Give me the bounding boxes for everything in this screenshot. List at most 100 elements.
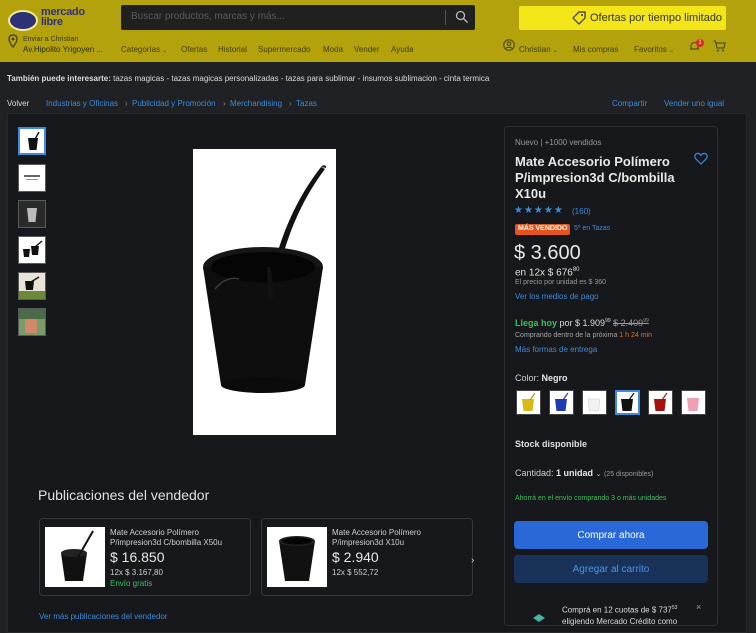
seller-item-title-line2: P/impresion3d X10u (332, 538, 405, 547)
arrives-old-price: $ 2.40999 (613, 318, 649, 328)
ship-address[interactable]: Av.Hipolito Yrigoyen ... (23, 45, 103, 54)
breadcrumb-item-merchandising[interactable]: Merchandising (230, 99, 282, 108)
product-title-line3: X10u (515, 186, 547, 201)
logo-text[interactable]: mercado libre (41, 7, 101, 28)
seller-item-title-line1: Mate Accesorio Polímero (332, 528, 421, 537)
sell-one-link[interactable]: Vender uno igual (664, 99, 724, 108)
seller-item-card[interactable]: Mate Accesorio Polímero P/impresion3d X1… (261, 518, 473, 596)
cups-group-thumb-icon (23, 240, 43, 257)
buy-now-button[interactable]: Comprar ahora (514, 521, 708, 549)
seller-item-image (267, 527, 327, 587)
header: mercado libre Buscar productos, marcas y… (0, 0, 756, 62)
heart-icon[interactable] (694, 152, 708, 165)
quantity-value: 1 unidad (556, 468, 594, 478)
breadcrumb-separator-icon: › (289, 99, 292, 108)
add-to-cart-button[interactable]: Agregar al carrito (514, 555, 708, 583)
buy-within-text: Comprando dentro de la próxima (515, 332, 618, 339)
seller-item-card[interactable]: Mate Accesorio Polímero P/impresion3d C/… (39, 518, 251, 596)
seller-item-free-shipping: Envío gratis (110, 579, 153, 588)
pink-cup-icon (687, 398, 699, 411)
nav-categories[interactable]: Categorías ⌄ (121, 45, 167, 54)
black-cup-icon (621, 392, 635, 411)
installments: en 12x $ 67680 (515, 267, 580, 278)
nav-history[interactable]: Historial (218, 45, 247, 54)
black-cup-with-straw-image (61, 530, 94, 581)
user-menu[interactable]: Christian ⌄ (519, 45, 558, 54)
credit-cents: 53 (671, 605, 678, 611)
seller-publications-title: Publicaciones del vendedor (38, 487, 210, 503)
add-to-cart-label: Agregar al carrito (572, 564, 650, 575)
seller-item-title-line2: P/impresion3d C/bombilla X50u (110, 538, 223, 547)
ship-to-label[interactable]: Enviar a Christian (23, 36, 78, 43)
thumbnail-3[interactable] (18, 200, 46, 228)
quantity-selector[interactable]: Cantidad: 1 unidad ⌄ (25 disponibles) (515, 468, 653, 478)
more-seller-items-link[interactable]: Ver más publicaciones del vendedor (39, 612, 168, 621)
nav-favorites[interactable]: Favoritos ⌄ (634, 45, 674, 54)
color-value: Negro (541, 373, 568, 383)
carousel-next-icon[interactable]: › (471, 555, 474, 566)
thumbnail-1[interactable] (18, 127, 46, 155)
breadcrumb-separator-icon: › (125, 99, 128, 108)
thumbnail-5[interactable] (18, 272, 46, 300)
search-placeholder: Buscar productos, marcas y más... (131, 11, 285, 22)
more-shipping-link[interactable]: Más formas de entrega (515, 345, 597, 354)
rating-stars-icon: ★★★★★ (514, 205, 564, 216)
reviews-count[interactable]: (160) (572, 207, 591, 216)
color-swatch-yellow[interactable] (516, 390, 541, 415)
thumbnail-2[interactable] (18, 164, 46, 192)
suggestions-label: También puede interesarte: (7, 74, 111, 83)
white-cup-icon (587, 398, 601, 412)
arrives-price: por $ 1.909 (559, 318, 606, 328)
color-swatch-white[interactable] (582, 390, 607, 415)
black-cup-image (279, 536, 315, 581)
breadcrumb-item-industrias[interactable]: Industrias y Oficinas (46, 99, 118, 108)
back-link[interactable]: Volver (7, 99, 29, 108)
logo-line2: libre (41, 16, 63, 28)
promo-label: Ofertas por tiempo limitado (590, 12, 723, 24)
color-label: Color: (515, 373, 540, 383)
thumbnail-6[interactable] (18, 308, 46, 336)
suggestions-row: También puede interesarte: tazas magicas… (7, 74, 489, 83)
black-cup-with-straw-image (203, 165, 327, 393)
promo-banner[interactable]: Ofertas por tiempo limitado (519, 6, 726, 30)
cart-icon[interactable] (713, 40, 726, 52)
color-swatch-red[interactable] (648, 390, 673, 415)
best-seller-badge: MÁS VENDIDO (515, 224, 571, 235)
color-swatch-blue[interactable] (549, 390, 574, 415)
text-thumb-icon (24, 175, 40, 180)
nav-supermarket[interactable]: Supermercado (258, 45, 310, 54)
chevron-down-icon: ⌄ (162, 48, 168, 54)
product-title-line2: P/impresion3d C/bombilla (515, 170, 675, 185)
breadcrumb-item-tazas[interactable]: Tazas (296, 99, 317, 108)
thumbnail-4[interactable] (18, 236, 46, 264)
favorites-label: Favoritos (634, 45, 667, 54)
arrives-cents: 99 (605, 318, 611, 324)
installments-cents: 80 (572, 267, 580, 273)
nav-offers[interactable]: Ofertas (181, 45, 207, 54)
nav-sell[interactable]: Vender (354, 45, 379, 54)
suggestions-links[interactable]: tazas magicas - tazas magicas personaliz… (113, 74, 489, 83)
nav-fashion[interactable]: Moda (323, 45, 343, 54)
best-seller-rank[interactable]: 5º en Tazas (574, 225, 610, 232)
condition-sold: Nuevo | +1000 vendidos (515, 138, 602, 147)
stock-status: Stock disponible (515, 439, 588, 449)
seller-item-title-line1: Mate Accesorio Polímero (110, 528, 199, 537)
nav-help[interactable]: Ayuda (391, 45, 414, 54)
color-swatch-pink[interactable] (681, 390, 706, 415)
search-icon[interactable] (455, 10, 469, 24)
nav-purchases[interactable]: Mis compras (573, 45, 618, 54)
outdoor-thumb-icon (19, 309, 45, 333)
countdown-line: Comprando dentro de la próxima 1 h 24 mi… (515, 332, 652, 339)
mercadolibre-logo-icon[interactable] (8, 10, 38, 31)
close-icon[interactable]: × (696, 602, 701, 612)
search-input[interactable]: Buscar productos, marcas y más... (121, 5, 475, 30)
main-product-image[interactable] (193, 149, 336, 435)
seller-item-installments: 12x $ 552,72 (332, 568, 379, 577)
nav-categories-label: Categorías (121, 45, 161, 54)
user-avatar-icon[interactable] (503, 39, 515, 51)
payment-methods-link[interactable]: Ver los medios de pago (515, 292, 599, 301)
color-swatch-black[interactable] (615, 390, 640, 415)
breadcrumb-item-publicidad[interactable]: Publicidad y Promoción (132, 99, 216, 108)
credit-amount: Comprá en 12 cuotas de $ 737 (562, 605, 672, 615)
share-link[interactable]: Compartir (612, 99, 647, 108)
